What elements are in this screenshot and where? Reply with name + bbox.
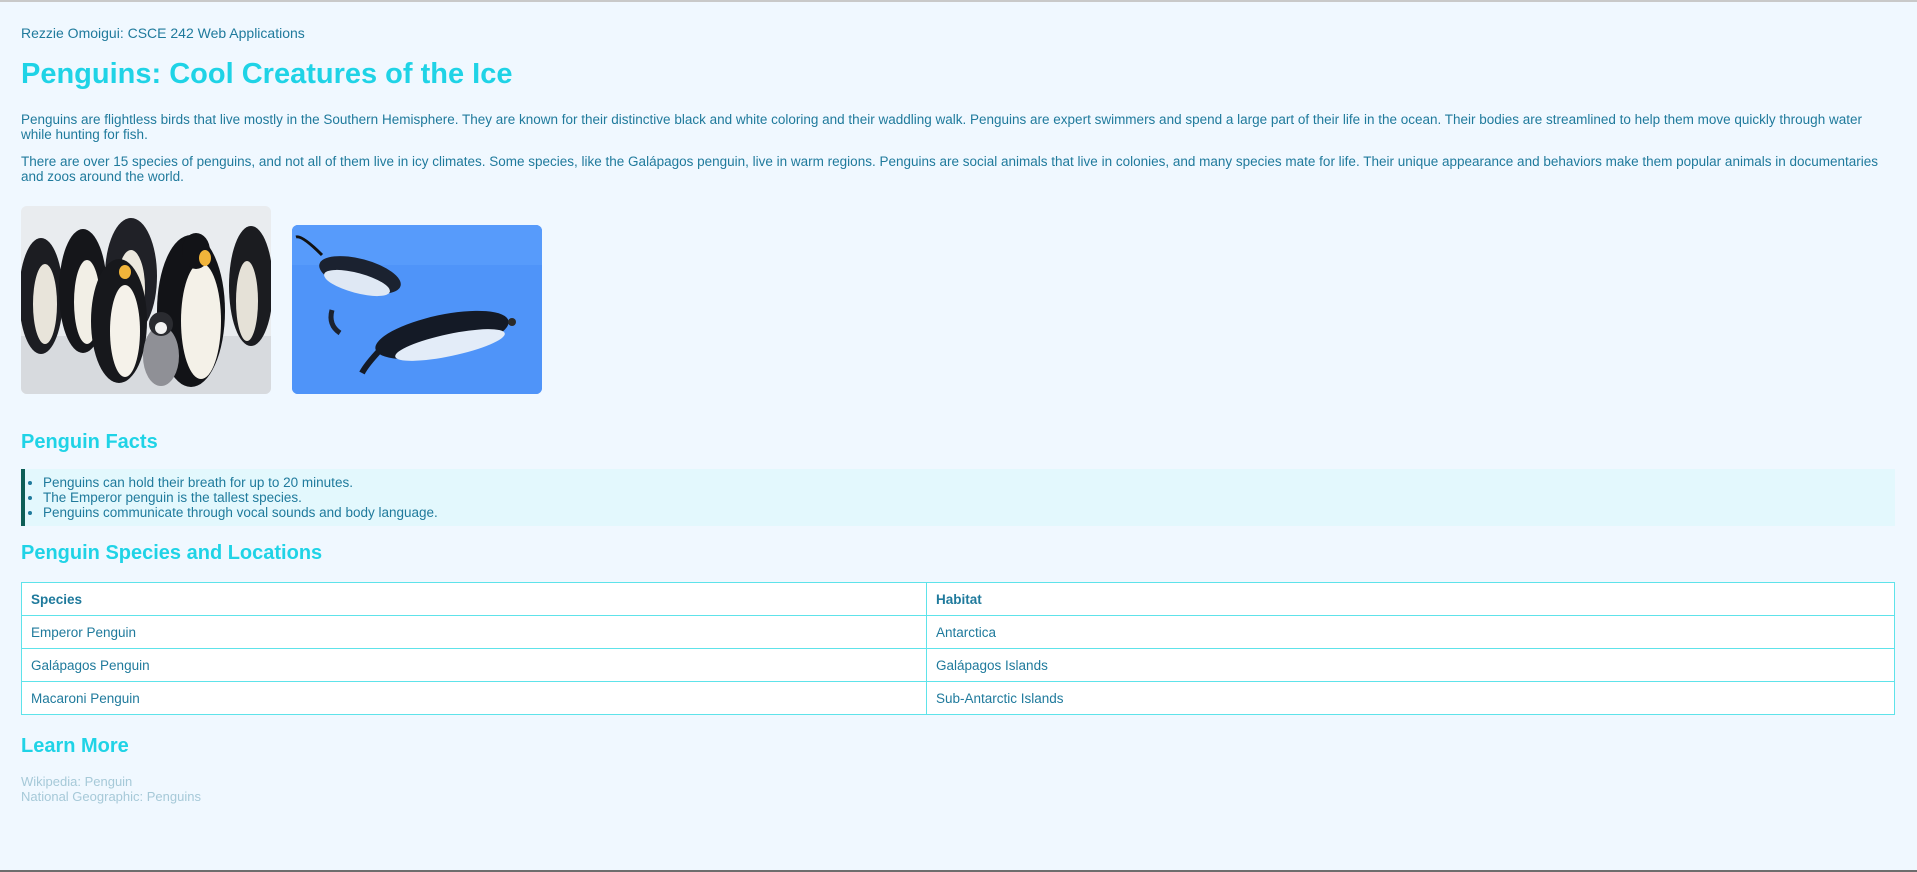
intro-paragraph: Penguins are flightless birds that live …: [21, 112, 1862, 142]
author-credit: Rezzie Omoigui: CSCE 242 Web Application…: [21, 25, 305, 41]
table-row: Galápagos Penguin Galápagos Islands: [21, 648, 1895, 682]
species-table: Species Habitat Emperor Penguin Antarcti…: [21, 582, 1895, 715]
table-header-row: Species Habitat: [21, 582, 1895, 616]
facts-heading: Penguin Facts: [21, 431, 158, 453]
table-row: Macaroni Penguin Sub-Antarctic Islands: [21, 681, 1895, 715]
wikipedia-link[interactable]: Wikipedia: Penguin: [21, 774, 1896, 789]
facts-list: Penguins can hold their breath for up to…: [25, 475, 1895, 520]
habitat-cell: Antarctica: [926, 615, 1895, 649]
habitat-cell: Sub-Antarctic Islands: [926, 681, 1895, 715]
national-geographic-link[interactable]: National Geographic: Penguins: [21, 789, 1896, 804]
species-cell: Emperor Penguin: [21, 615, 927, 649]
emperor-penguins-image: [21, 206, 271, 394]
swimming-penguins-image: [292, 225, 542, 394]
table-row: Emperor Penguin Antarctica: [21, 615, 1895, 649]
species-cell: Macaroni Penguin: [21, 681, 927, 715]
facts-box: Penguins can hold their breath for up to…: [21, 469, 1895, 526]
species-cell: Galápagos Penguin: [21, 648, 927, 682]
image-gallery: [21, 206, 1896, 396]
top-border: [0, 0, 1917, 2]
list-item: Penguins can hold their breath for up to…: [43, 475, 1895, 490]
column-header-species: Species: [21, 582, 927, 616]
habitat-cell: Galápagos Islands: [926, 648, 1895, 682]
learn-more-links: Wikipedia: Penguin National Geographic: …: [21, 774, 1896, 804]
page-content: Rezzie Omoigui: CSCE 242 Web Application…: [0, 24, 1917, 804]
list-item: Penguins communicate through vocal sound…: [43, 505, 1895, 520]
page-title: Penguins: Cool Creatures of the Ice: [21, 58, 513, 90]
column-header-habitat: Habitat: [926, 582, 1895, 616]
species-heading: Penguin Species and Locations: [21, 542, 323, 564]
list-item: The Emperor penguin is the tallest speci…: [43, 490, 1895, 505]
species-paragraph: There are over 15 species of penguins, a…: [21, 154, 1879, 184]
learn-more-heading: Learn More: [21, 735, 129, 757]
